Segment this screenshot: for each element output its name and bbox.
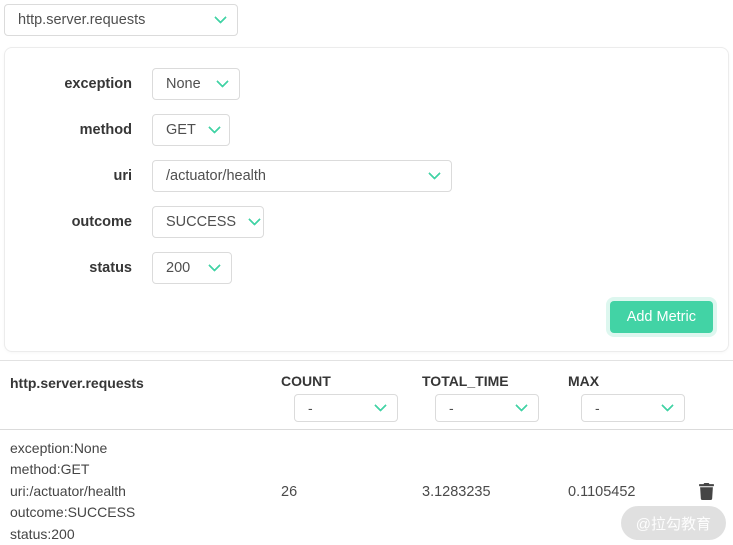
- chevron-down-icon: [208, 121, 221, 134]
- form-row-method: method GET: [5, 114, 728, 146]
- chevron-down-icon: [248, 213, 261, 226]
- metric-select-value: http.server.requests: [18, 12, 145, 28]
- count-statistic-value: -: [308, 400, 313, 416]
- chevron-down-icon: [374, 399, 387, 412]
- max-statistic-select[interactable]: -: [581, 394, 685, 422]
- form-row-outcome: outcome SUCCESS: [5, 206, 728, 238]
- tag-uri: uri:/actuator/health: [10, 481, 281, 502]
- table-row: exception:None method:GET uri:/actuator/…: [0, 430, 733, 545]
- tag-status: status:200: [10, 524, 281, 545]
- tag-exception: exception:None: [10, 438, 281, 459]
- trash-icon: [699, 483, 714, 500]
- total-time-label: TOTAL_TIME: [422, 373, 568, 389]
- uri-label: uri: [5, 168, 152, 184]
- metric-select[interactable]: http.server.requests: [4, 4, 238, 36]
- chevron-down-icon: [428, 167, 441, 180]
- row-actions: [690, 483, 723, 500]
- count-column-header: COUNT -: [281, 373, 422, 422]
- metrics-table-header: http.server.requests COUNT - TOTAL_TIME …: [0, 361, 733, 430]
- count-value: 26: [281, 484, 422, 500]
- max-label: MAX: [568, 373, 690, 389]
- form-row-exception: exception None: [5, 68, 728, 100]
- method-label: method: [5, 122, 152, 138]
- status-select[interactable]: 200: [152, 252, 232, 284]
- add-metric-button[interactable]: Add Metric: [610, 301, 713, 333]
- total-time-value: 3.1283235: [422, 484, 568, 500]
- uri-select[interactable]: /actuator/health: [152, 160, 452, 192]
- method-select[interactable]: GET: [152, 114, 230, 146]
- button-row: Add Metric: [5, 301, 728, 333]
- max-value: 0.1105452: [568, 484, 690, 500]
- chevron-down-icon: [214, 11, 227, 24]
- form-row-uri: uri /actuator/health: [5, 160, 728, 192]
- outcome-select[interactable]: SUCCESS: [152, 206, 264, 238]
- chevron-down-icon: [208, 259, 221, 272]
- chevron-down-icon: [216, 75, 229, 88]
- metric-tags: exception:None method:GET uri:/actuator/…: [10, 438, 281, 545]
- count-statistic-select[interactable]: -: [294, 394, 398, 422]
- metrics-table: http.server.requests COUNT - TOTAL_TIME …: [0, 360, 733, 545]
- total-time-statistic-select[interactable]: -: [435, 394, 539, 422]
- status-label: status: [5, 260, 152, 276]
- outcome-label: outcome: [5, 214, 152, 230]
- max-statistic-value: -: [595, 400, 600, 416]
- method-select-value: GET: [166, 122, 196, 138]
- total-time-statistic-value: -: [449, 400, 454, 416]
- metric-selector-area: http.server.requests: [0, 0, 733, 36]
- delete-metric-button[interactable]: [699, 483, 714, 500]
- uri-select-value: /actuator/health: [166, 168, 266, 184]
- chevron-down-icon: [515, 399, 528, 412]
- exception-label: exception: [5, 76, 152, 92]
- outcome-select-value: SUCCESS: [166, 214, 236, 230]
- tag-method: method:GET: [10, 459, 281, 480]
- form-row-status: status 200: [5, 252, 728, 284]
- tag-outcome: outcome:SUCCESS: [10, 502, 281, 523]
- chevron-down-icon: [661, 399, 674, 412]
- status-select-value: 200: [166, 260, 190, 276]
- total-time-column-header: TOTAL_TIME -: [422, 373, 568, 422]
- metric-name-header: http.server.requests: [10, 373, 281, 391]
- exception-select-value: None: [166, 76, 201, 92]
- count-label: COUNT: [281, 373, 422, 389]
- metric-filter-panel: exception None method GET uri /actuator/…: [4, 47, 729, 352]
- exception-select[interactable]: None: [152, 68, 240, 100]
- max-column-header: MAX -: [568, 373, 690, 422]
